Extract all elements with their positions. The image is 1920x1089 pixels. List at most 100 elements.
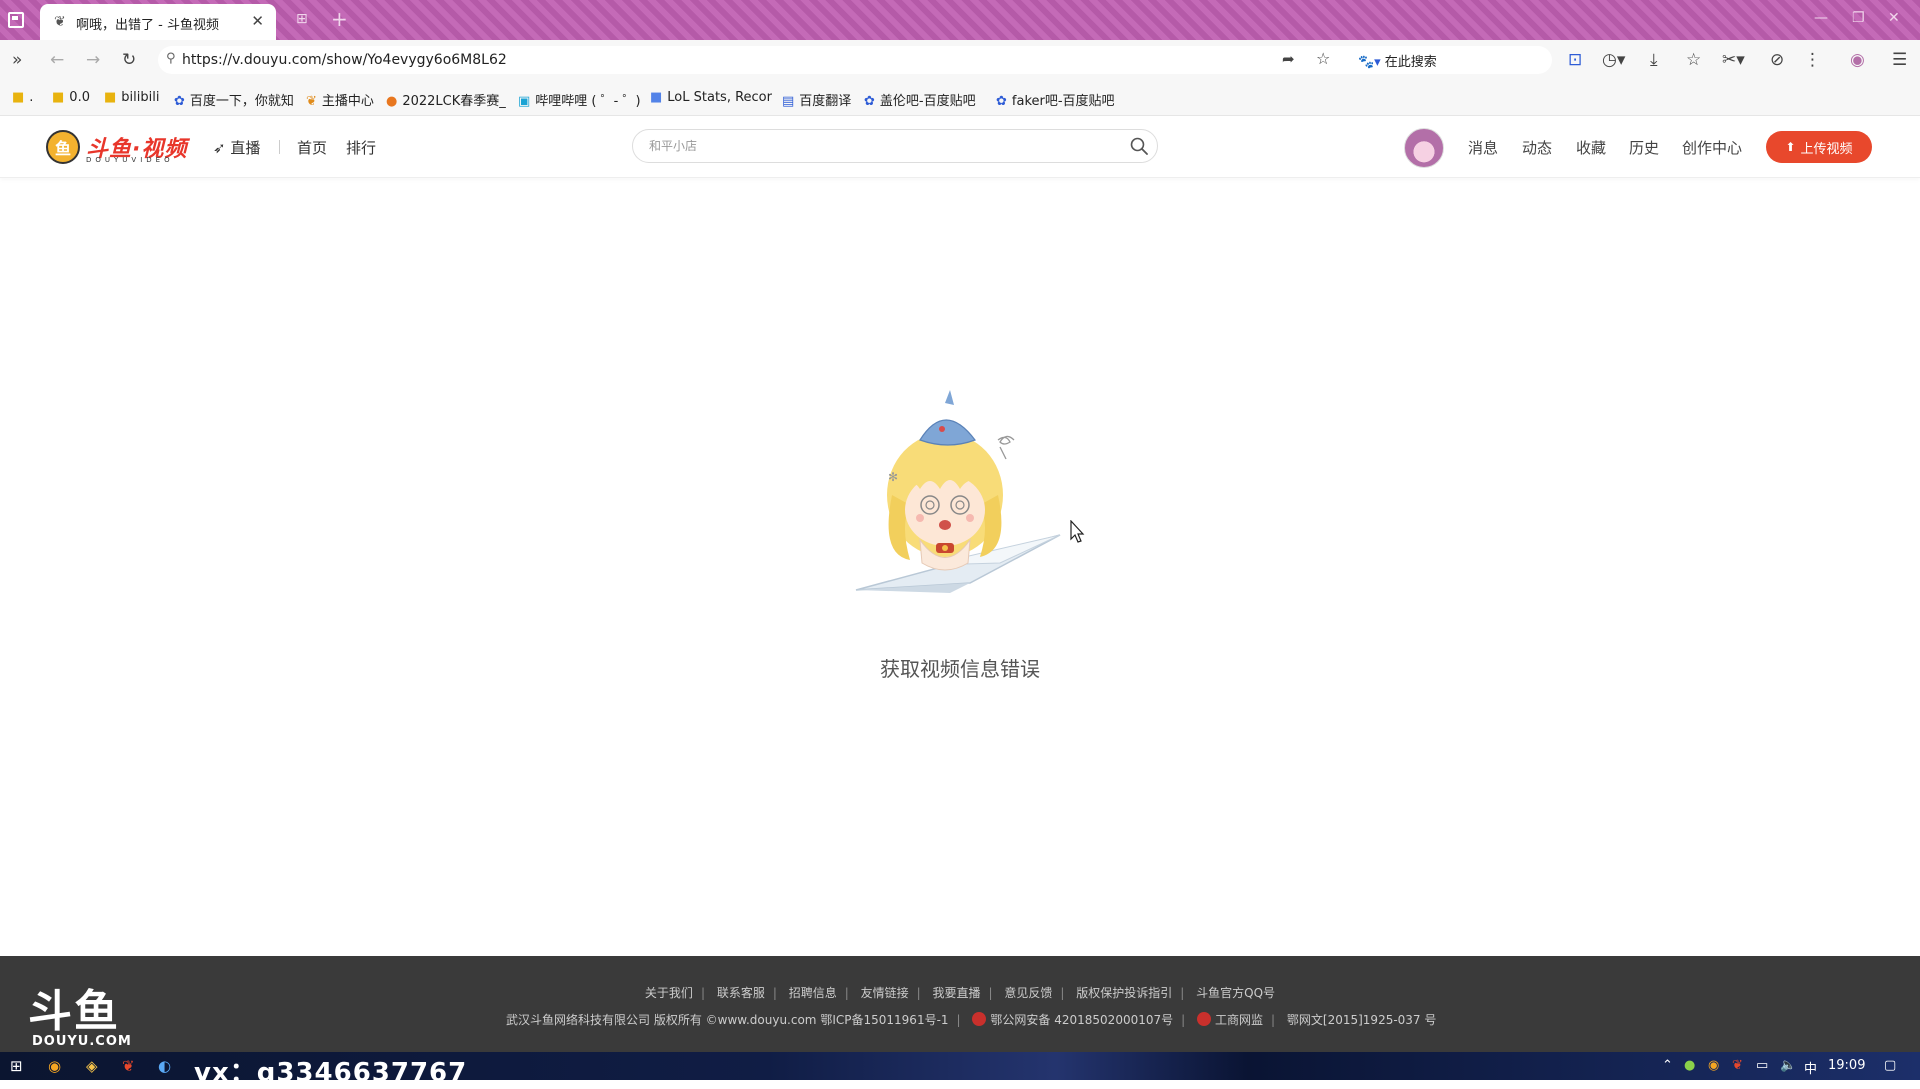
site-header: 鱼 斗鱼·视频 DOUYUVIDEO ➶ 直播 首页 排行 消息 动态 收藏 历…: [0, 116, 1920, 178]
douyu-video-logo[interactable]: 鱼 斗鱼·视频 DOUYUVIDEO: [46, 130, 187, 164]
extension-icon[interactable]: ⊘: [1770, 50, 1784, 70]
back-icon[interactable]: ←: [50, 50, 64, 70]
clock[interactable]: 19:09: [1828, 1058, 1865, 1073]
screenshot-icon[interactable]: ✂▾: [1722, 50, 1745, 70]
bookmark-item[interactable]: ▤ 百度翻译: [782, 90, 851, 109]
bookmark-item[interactable]: ■ 0.0: [52, 90, 90, 105]
footer-link-feedback[interactable]: 意见反馈: [1004, 986, 1052, 1000]
more-icon[interactable]: ⋮: [1804, 50, 1821, 70]
bookmark-item[interactable]: ❦ 主播中心: [306, 90, 374, 109]
url-text[interactable]: https://v.douyu.com/show/Yo4evygy6o6M8L6…: [182, 52, 507, 68]
favorites-icon[interactable]: ☆: [1686, 50, 1701, 70]
bookmark-item[interactable]: ✿ 百度一下，你就知: [174, 90, 294, 109]
search-engine-selector[interactable]: 🐾▾ 在此搜索: [1358, 51, 1437, 70]
douyu-taskbar-icon[interactable]: ❦: [122, 1057, 135, 1075]
footer-link-about[interactable]: 关于我们: [645, 986, 693, 1000]
bookmark-item[interactable]: ■ bilibili: [104, 90, 159, 105]
upload-video-button[interactable]: ⬆ 上传视频: [1766, 131, 1872, 163]
footer-link-friends[interactable]: 友情链接: [861, 986, 909, 1000]
mouse-cursor-icon: [1070, 520, 1085, 543]
restore-icon[interactable]: ❐: [1852, 10, 1865, 26]
bookmark-item[interactable]: ● 2022LCK春季赛_: [386, 90, 506, 109]
bookmarks-bar: ■. ■ 0.0 ■ bilibili ✿ 百度一下，你就知 ❦ 主播中心 ● 2022L…: [0, 80, 1920, 116]
windows-taskbar: ⊞ ◉ ◈ ❦ ◐ vx：q3346637767 ⌃ ● ◉ ❦ ▭ 🔈 中 1…: [0, 1052, 1920, 1088]
site-search-box: [632, 129, 1158, 163]
nav-creator-center-link[interactable]: 创作中心: [1682, 137, 1742, 158]
notification-icon[interactable]: ▢: [1884, 1058, 1896, 1073]
new-tab-icon[interactable]: +: [331, 7, 348, 31]
share-icon[interactable]: ➦: [1282, 50, 1295, 68]
nav-live-link[interactable]: ➶ 直播: [213, 137, 260, 158]
windows-start-icon[interactable]: ⊞: [10, 1057, 23, 1075]
bookmark-item[interactable]: ▣ 哔哩哔哩 ( ゜- ゜): [518, 90, 641, 109]
footer-links: 关于我们 | 联系客服 | 招聘信息 | 友情链接 | 我要直播 | 意见反馈 | 版权保护…: [644, 986, 1276, 1000]
footer-culture[interactable]: 鄂网文[2015]1925-037 号: [1287, 1013, 1437, 1027]
footer-link-go-live[interactable]: 我要直播: [932, 986, 980, 1000]
footer-icp[interactable]: 鄂ICP备15011961号-1: [820, 1013, 948, 1027]
search-input[interactable]: [647, 137, 1107, 155]
bookmark-item[interactable]: ✿ 盖伦吧-百度贴吧: [864, 90, 976, 109]
nav-messages-link[interactable]: 消息: [1468, 137, 1498, 158]
overlay-contact-text: vx：q3346637767: [194, 1058, 468, 1088]
nav-rank-link[interactable]: 排行: [346, 137, 376, 158]
browser-taskbar-icon[interactable]: ◉: [48, 1057, 61, 1075]
forward-icon[interactable]: →: [86, 50, 100, 70]
baidu-paw-icon: ✿: [864, 94, 875, 109]
tab-menu-icon[interactable]: [8, 12, 24, 28]
user-avatar[interactable]: [1404, 128, 1444, 168]
nav-history-link[interactable]: 历史: [1629, 137, 1659, 158]
folder-icon: ■: [104, 90, 117, 105]
rocket-icon: ➶: [213, 139, 226, 157]
baidu-translate-icon: ▤: [782, 94, 795, 109]
baidu-paw-icon: ✿: [996, 94, 1007, 109]
reload-icon[interactable]: ↻: [122, 50, 136, 70]
footer-police[interactable]: 鄂公网安备 42018502000107号: [990, 1013, 1173, 1027]
svg-text:✻: ✻: [888, 470, 898, 484]
bookmark-item[interactable]: ■ LoL Stats, Recor: [650, 90, 772, 105]
active-tab[interactable]: ❦ 啊哦，出错了 - 斗鱼视频 ✕: [40, 4, 276, 40]
ime-indicator[interactable]: 中: [1804, 1058, 1817, 1077]
qq-taskbar-icon[interactable]: ◐: [158, 1057, 171, 1075]
download-icon[interactable]: ⤓: [1650, 50, 1658, 70]
tab-grid-icon[interactable]: ⊞: [296, 11, 308, 27]
browser-toolbar: » ← → ↻ ⚲ https://v.douyu.com/show/Yo4ev…: [0, 40, 1920, 80]
tray-browser-icon[interactable]: ◉: [1708, 1058, 1719, 1073]
folder-icon: ■: [12, 90, 25, 105]
minimize-icon[interactable]: —: [1814, 10, 1828, 26]
network-icon[interactable]: ▭: [1756, 1058, 1768, 1073]
bookmark-star-icon[interactable]: ☆: [1316, 49, 1330, 68]
douyu-icon: ❦: [306, 94, 317, 109]
volume-icon[interactable]: 🔈: [1780, 1058, 1796, 1073]
translate-icon[interactable]: ⊡: [1568, 50, 1582, 70]
business-badge-icon: [1197, 1012, 1211, 1026]
tray-douyu-icon[interactable]: ❦: [1732, 1058, 1743, 1073]
tray-app-icon[interactable]: ●: [1684, 1058, 1695, 1073]
baidu-paw-icon: ✿: [174, 94, 185, 109]
footer-link-copyright[interactable]: 版权保护投诉指引: [1076, 986, 1172, 1000]
search-icon: ⚲: [166, 51, 176, 66]
bookmark-item[interactable]: ✿ faker吧-百度贴吧: [996, 90, 1115, 109]
profile-avatar-icon[interactable]: ◉: [1850, 50, 1865, 70]
tray-expand-icon[interactable]: ⌃: [1662, 1058, 1673, 1073]
menu-icon[interactable]: ☰: [1892, 50, 1907, 70]
orange-site-icon: ●: [386, 94, 398, 109]
footer-link-qq[interactable]: 斗鱼官方QQ号: [1196, 986, 1275, 1000]
folder-icon: ■: [52, 90, 65, 105]
browser-tab-bar: ❦ 啊哦，出错了 - 斗鱼视频 ✕ ⊞ + — ❐ ✕: [0, 0, 1920, 40]
search-icon[interactable]: [1129, 136, 1149, 156]
bookmark-item[interactable]: ■.: [12, 90, 33, 105]
footer-biz[interactable]: 工商网监: [1215, 1013, 1263, 1027]
sidebar-toggle-icon[interactable]: »: [12, 50, 22, 70]
nav-favorites-link[interactable]: 收藏: [1576, 137, 1606, 158]
nav-feed-link[interactable]: 动态: [1522, 137, 1552, 158]
league-taskbar-icon[interactable]: ◈: [86, 1057, 98, 1075]
nav-divider: [279, 140, 280, 154]
nav-home-link[interactable]: 首页: [297, 137, 327, 158]
close-window-icon[interactable]: ✕: [1888, 10, 1900, 26]
address-bar[interactable]: ⚲ https://v.douyu.com/show/Yo4evygy6o6M8…: [158, 46, 1552, 74]
history-icon[interactable]: ◷▾: [1602, 50, 1625, 70]
close-tab-icon[interactable]: ✕: [251, 12, 264, 30]
footer-link-jobs[interactable]: 招聘信息: [789, 986, 837, 1000]
footer-link-support[interactable]: 联系客服: [717, 986, 765, 1000]
footer-logo-subtext: DOUYU.COM: [32, 1034, 132, 1049]
